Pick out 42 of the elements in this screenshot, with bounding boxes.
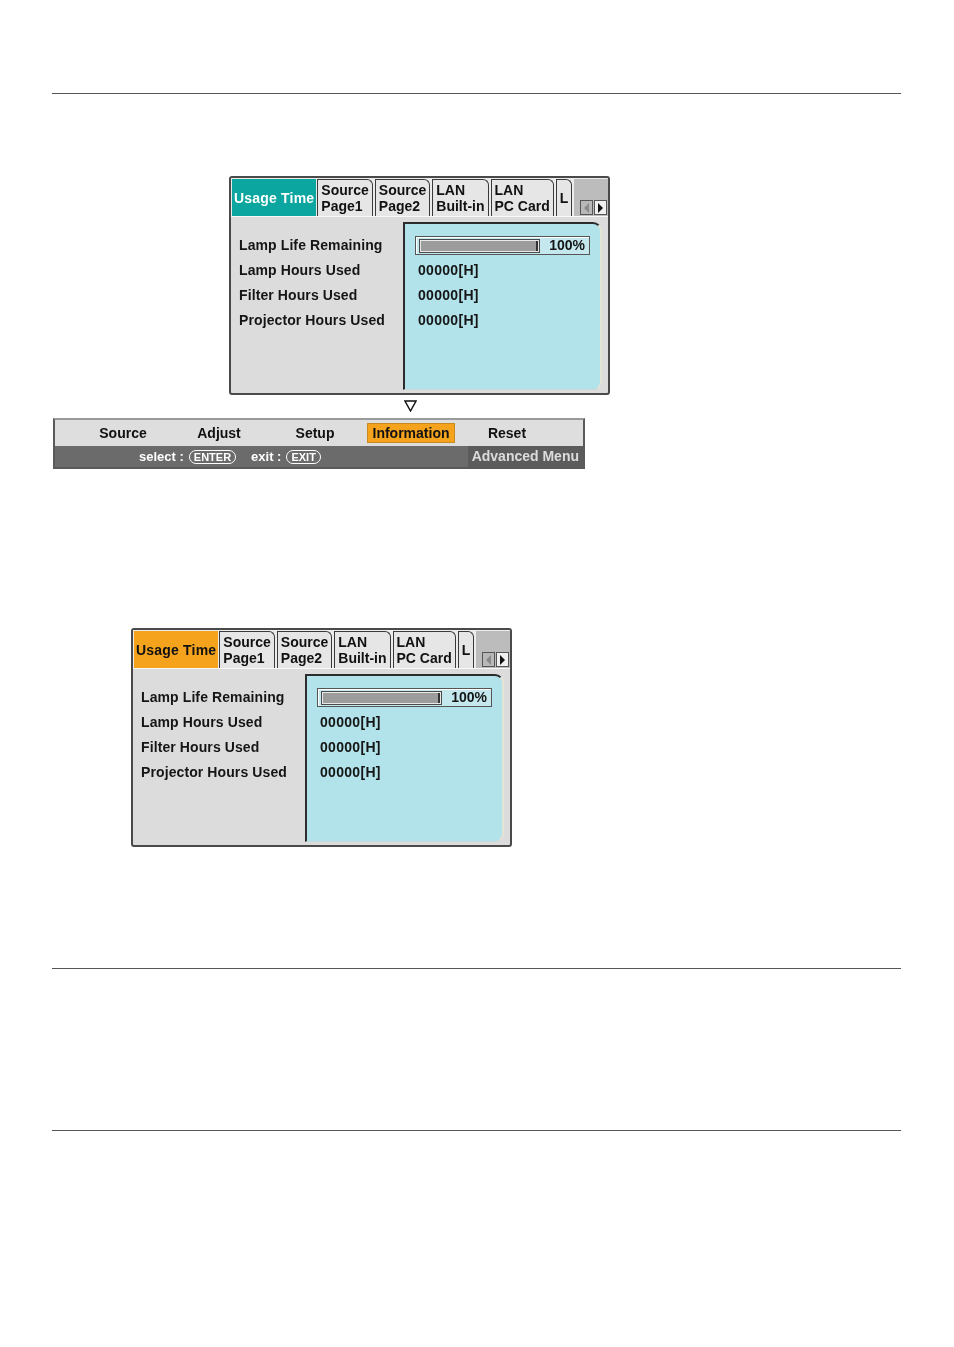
tab[interactable]: LAN PC Card (392, 631, 456, 668)
tab[interactable]: L (457, 631, 475, 668)
info-label: Filter Hours Used (239, 286, 358, 305)
tab[interactable]: Source Page1 (317, 179, 373, 216)
info-value: 00000[H] (418, 311, 479, 330)
tab[interactable]: LAN Built-in (334, 631, 391, 668)
left-triangle-icon (486, 654, 491, 665)
hint-label: select : (139, 447, 184, 466)
info-label: Projector Hours Used (141, 763, 287, 782)
right-triangle-icon (500, 654, 505, 665)
tab[interactable]: Source Page2 (374, 179, 431, 216)
info-label: Projector Hours Used (239, 311, 385, 330)
hint-label: exit : (251, 447, 282, 466)
info-value: 00000[H] (320, 763, 381, 782)
tab[interactable]: Usage Time (134, 631, 219, 668)
info-value: 00000[H] (320, 738, 381, 757)
left-triangle-icon (584, 202, 589, 213)
tab[interactable]: Source Page2 (276, 631, 333, 668)
menu-item[interactable]: Reset (484, 423, 530, 443)
tab[interactable]: Source Page1 (219, 631, 275, 668)
info-value: 00000[H] (418, 261, 479, 280)
tab[interactable]: LAN PC Card (490, 179, 554, 216)
tab[interactable]: LAN Built-in (432, 179, 489, 216)
menu-item[interactable]: Information (367, 423, 455, 443)
info-label: Filter Hours Used (141, 738, 260, 757)
info-value: 00000[H] (320, 713, 381, 732)
down-triangle-icon (404, 400, 417, 412)
menu-item[interactable]: Source (96, 423, 150, 443)
info-label: Lamp Hours Used (141, 713, 263, 732)
progress-reading: 100% (451, 688, 488, 707)
info-label: Lamp Hours Used (239, 261, 361, 280)
info-label: Lamp Life Remaining (239, 236, 383, 255)
info-label: Lamp Life Remaining (141, 688, 285, 707)
scroll-right-button[interactable] (496, 652, 509, 667)
right-triangle-icon (598, 202, 603, 213)
tab[interactable]: L (555, 179, 573, 216)
menu-mode-label: Advanced Menu (467, 446, 583, 467)
menu-item[interactable]: Adjust (194, 423, 244, 443)
scroll-right-button[interactable] (594, 200, 607, 215)
menu-item[interactable]: Setup (292, 423, 338, 443)
info-value: 00000[H] (418, 286, 479, 305)
progress-reading: 100% (549, 236, 586, 255)
